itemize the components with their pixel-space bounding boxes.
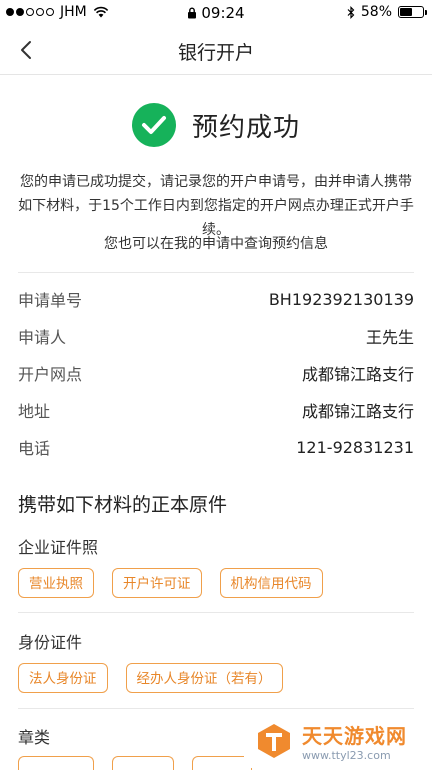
success-description: 您的申请已成功提交，请记录您的开户申请号，由并申请人携带如下材料，于15个工作日… (18, 174, 414, 238)
info-value: 121-92831231 (296, 437, 414, 457)
tag-row: 法人身份证 经办人身份证（若有） (18, 663, 283, 693)
info-value: 成都锦江路支行 (301, 402, 414, 421)
material-tag[interactable]: 法人身份证 (18, 663, 108, 693)
status-time: 09:24 (201, 4, 245, 22)
info-label: 地址 (18, 402, 51, 421)
info-label: 申请人 (18, 328, 67, 347)
info-row-address: 地址 成都锦江路支行 (18, 395, 414, 425)
watermark-url: www.ttyl23.com (302, 749, 391, 762)
check-mark-icon (141, 116, 166, 134)
category-title: 章类 (18, 728, 51, 747)
category-title: 企业证件照 (18, 538, 99, 557)
battery-percent: 58% (360, 4, 392, 20)
material-tag[interactable]: 经办人身份证（若有） (125, 663, 283, 693)
material-tag[interactable]: 营业执照 (18, 568, 94, 598)
check-circle-icon (131, 103, 176, 147)
nav-bar: 银行开户 (0, 26, 432, 75)
watermark: 天天游戏网 www.ttyl23.com (244, 714, 432, 768)
battery-icon (398, 6, 427, 18)
info-value: 王先生 (365, 328, 414, 347)
watermark-title: 天天游戏网 (302, 724, 407, 748)
battery-fill (400, 8, 412, 16)
status-bar: JHM 09:24 58% (0, 0, 432, 26)
divider (18, 272, 414, 273)
materials-section-title: 携带如下材料的正本原件 (18, 494, 228, 516)
info-row-phone: 电话 121-92831231 (18, 432, 414, 462)
info-row-branch: 开户网点 成都锦江路支行 (18, 358, 414, 388)
success-header: 预约成功 (0, 102, 432, 148)
info-value: 成都锦江路支行 (301, 365, 414, 384)
divider (18, 612, 414, 613)
lock-icon (188, 7, 197, 19)
info-label: 电话 (18, 439, 51, 458)
divider (18, 708, 414, 709)
watermark-logo-icon (258, 724, 290, 758)
success-title: 预约成功 (191, 112, 300, 143)
info-row-applicant: 申请人 王先生 (18, 321, 414, 351)
bluetooth-icon (347, 5, 355, 19)
material-tag[interactable]: 开户许可证 (112, 568, 202, 598)
tag-row: 营业执照 开户许可证 机构信用代码 (18, 568, 323, 598)
info-value: BH192392130139 (268, 289, 414, 309)
watermark-text: 天天游戏网 www.ttyl23.com (302, 720, 407, 762)
material-tag[interactable]: 机构信用代码 (219, 568, 323, 598)
page-title: 银行开户 (177, 42, 254, 64)
success-sub-description: 您也可以在我的申请中查询预约信息 (104, 236, 328, 252)
battery-tip (425, 10, 427, 15)
status-right: 58% (347, 4, 427, 20)
category-title: 身份证件 (18, 633, 83, 652)
info-label: 开户网点 (18, 365, 83, 384)
info-label: 申请单号 (18, 291, 83, 310)
info-row-application-number: 申请单号 BH192392130139 (18, 284, 414, 314)
